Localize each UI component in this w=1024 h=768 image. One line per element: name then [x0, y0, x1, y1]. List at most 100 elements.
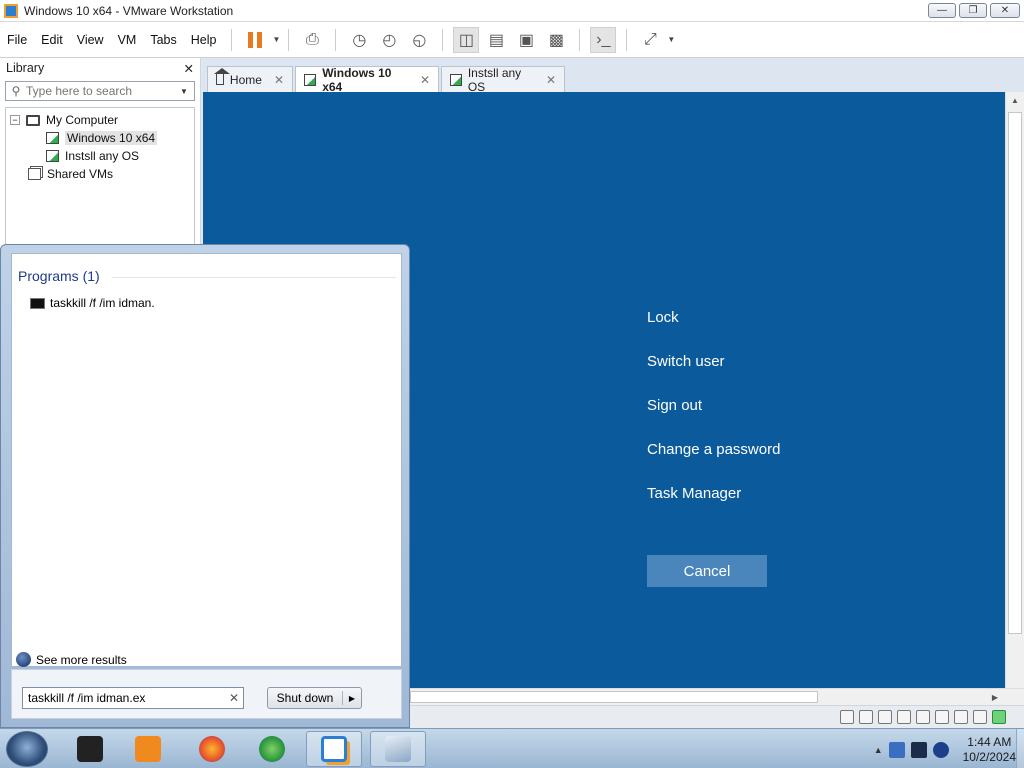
- title-bar: Windows 10 x64 - VMware Workstation — ❐ …: [0, 0, 1024, 22]
- window-controls: — ❐ ✕: [928, 3, 1020, 18]
- show-hidden-icons-icon[interactable]: ▲: [874, 745, 883, 755]
- library-search-input[interactable]: [26, 84, 180, 98]
- power-dropdown-icon[interactable]: ▼: [272, 35, 280, 44]
- taskbar-app-vmware[interactable]: [306, 731, 362, 767]
- switch-user-option[interactable]: Switch user: [647, 353, 725, 370]
- hard-disk-icon[interactable]: [840, 710, 854, 724]
- close-tab-icon[interactable]: ✕: [274, 73, 284, 87]
- thumbnail-bar-icon[interactable]: ▤: [483, 27, 509, 53]
- clear-search-icon[interactable]: ✕: [225, 691, 243, 705]
- full-screen-icon[interactable]: ▣: [513, 27, 539, 53]
- tree-item-label: My Computer: [46, 113, 119, 127]
- collapse-icon[interactable]: −: [10, 115, 20, 125]
- menu-bar: File Edit View VM Tabs Help ▼ ⎙ ◷ ◴ ◵ ◫ …: [0, 22, 1024, 58]
- display-icon[interactable]: [973, 710, 987, 724]
- action-center-icon[interactable]: [910, 742, 927, 758]
- minimize-button[interactable]: —: [928, 3, 956, 18]
- vmware-tray-icon[interactable]: [888, 742, 905, 758]
- search-icon: ⚲: [11, 84, 21, 98]
- taskbar-app-notebook[interactable]: [370, 731, 426, 767]
- show-library-icon[interactable]: ◫: [453, 26, 480, 53]
- shutdown-button[interactable]: Shut down ▶: [267, 687, 362, 709]
- lock-option[interactable]: Lock: [647, 309, 679, 326]
- menu-tabs[interactable]: Tabs: [143, 33, 183, 47]
- tree-item-my-computer[interactable]: − My Computer: [6, 111, 194, 129]
- change-password-option[interactable]: Change a password: [647, 441, 780, 458]
- vertical-scrollbar[interactable]: ▲: [1005, 92, 1024, 688]
- close-tab-icon[interactable]: ✕: [546, 73, 556, 87]
- network-adapter-icon[interactable]: [897, 710, 911, 724]
- start-search-box[interactable]: ✕: [22, 687, 244, 709]
- menu-help[interactable]: Help: [184, 33, 224, 47]
- scroll-up-icon[interactable]: ▲: [1006, 92, 1024, 109]
- program-result[interactable]: taskkill /f /im idman.: [30, 296, 155, 310]
- horizontal-scrollbar[interactable]: ▶: [408, 688, 1024, 705]
- restore-button[interactable]: ❐: [959, 3, 987, 18]
- menu-vm[interactable]: VM: [111, 33, 144, 47]
- close-button[interactable]: ✕: [990, 3, 1020, 18]
- volume-icon[interactable]: [932, 742, 949, 758]
- scroll-right-icon[interactable]: ▶: [992, 689, 998, 706]
- send-ctrl-alt-del-icon[interactable]: ⎙: [299, 27, 325, 53]
- clock-date: 10/2/2024: [962, 750, 1016, 764]
- scroll-thumb[interactable]: [1008, 112, 1022, 634]
- menu-view[interactable]: View: [70, 33, 111, 47]
- tree-item-install-os[interactable]: Instsll any OS: [6, 147, 194, 165]
- media-player-icon: [135, 736, 161, 762]
- stretch-guest-icon[interactable]: ⤢: [637, 27, 663, 53]
- snapshot-icon[interactable]: ◷: [346, 27, 372, 53]
- menu-file[interactable]: File: [0, 33, 34, 47]
- printer-icon[interactable]: [935, 710, 949, 724]
- close-tab-icon[interactable]: ✕: [420, 73, 430, 87]
- cancel-button[interactable]: Cancel: [647, 555, 767, 587]
- menu-edit[interactable]: Edit: [34, 33, 70, 47]
- pause-button[interactable]: [242, 27, 268, 53]
- taskbar-app-player[interactable]: [120, 731, 176, 767]
- close-library-icon[interactable]: ✕: [184, 61, 194, 76]
- start-button[interactable]: [6, 731, 48, 767]
- tree-item-windows-10[interactable]: Windows 10 x64: [6, 129, 194, 147]
- library-panel: Library ✕ ⚲ ▼ − My Computer Windows 10 x…: [0, 58, 201, 248]
- revert-snapshot-icon[interactable]: ◴: [376, 27, 402, 53]
- start-search-input[interactable]: [28, 691, 225, 705]
- console-view-icon[interactable]: ›_: [590, 26, 617, 53]
- download-manager-icon: [259, 736, 285, 762]
- tab-home[interactable]: Home ✕: [207, 66, 293, 92]
- toolbar-separator: [442, 28, 444, 51]
- tab-install-os[interactable]: Instsll any OS ✕: [441, 66, 565, 94]
- program-result-label: taskkill /f /im idman.: [50, 296, 155, 310]
- toolbar-separator: [288, 28, 290, 51]
- taskbar-app-media[interactable]: [62, 731, 118, 767]
- floppy-icon[interactable]: [878, 710, 892, 724]
- start-menu: Programs (1) taskkill /f /im idman. See …: [0, 244, 410, 728]
- scroll-thumb[interactable]: [410, 691, 818, 703]
- shutdown-label: Shut down: [268, 691, 343, 705]
- taskbar-app-download-manager[interactable]: [244, 731, 300, 767]
- show-desktop-button[interactable]: [1016, 729, 1024, 768]
- shutdown-options-icon[interactable]: ▶: [343, 694, 361, 703]
- snapshot-manager-icon[interactable]: ◵: [406, 27, 432, 53]
- unity-icon[interactable]: ▩: [543, 27, 569, 53]
- divider: [112, 277, 396, 278]
- sign-out-option[interactable]: Sign out: [647, 397, 702, 414]
- see-more-results-link[interactable]: See more results: [16, 652, 127, 667]
- chevron-down-icon[interactable]: ▼: [180, 87, 194, 96]
- tab-windows-10[interactable]: Windows 10 x64 ✕: [295, 66, 439, 94]
- clock[interactable]: 1:44 AM 10/2/2024: [963, 735, 1016, 765]
- tree-item-label: Instsll any OS: [65, 149, 140, 163]
- stretch-dropdown-icon[interactable]: ▼: [667, 35, 675, 44]
- toolbar-separator: [335, 28, 337, 51]
- sound-icon[interactable]: [954, 710, 968, 724]
- task-manager-option[interactable]: Task Manager: [647, 485, 741, 502]
- taskbar-app-firefox[interactable]: [184, 731, 240, 767]
- vm-running-icon: [46, 132, 59, 144]
- window-title: Windows 10 x64 - VMware Workstation: [24, 3, 234, 18]
- library-search[interactable]: ⚲ ▼: [5, 81, 195, 101]
- tab-strip: Home ✕ Windows 10 x64 ✕ Instsll any OS ✕: [203, 58, 1024, 94]
- library-title: Library: [6, 61, 45, 75]
- usb-icon[interactable]: [916, 710, 930, 724]
- tree-item-shared-vms[interactable]: Shared VMs: [6, 165, 194, 183]
- notebook-icon: [385, 736, 411, 762]
- cd-dvd-icon[interactable]: [859, 710, 873, 724]
- message-icon[interactable]: [992, 710, 1006, 724]
